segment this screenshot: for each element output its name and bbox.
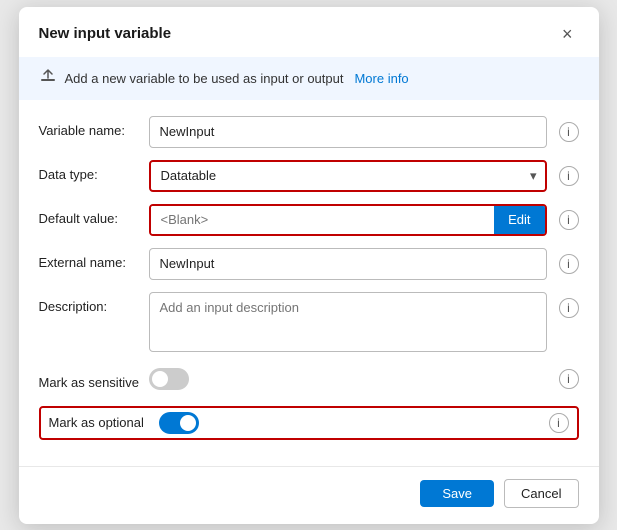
external-name-row: External name: i	[39, 248, 579, 282]
edit-button[interactable]: Edit	[494, 204, 544, 236]
description-row: Description: i	[39, 292, 579, 352]
variable-name-row: Variable name: i	[39, 116, 579, 150]
data-type-info-icon[interactable]: i	[559, 166, 579, 186]
description-info-icon[interactable]: i	[559, 298, 579, 318]
description-textarea[interactable]	[149, 292, 547, 352]
mark-optional-control: i	[159, 412, 569, 434]
variable-name-control: i	[149, 116, 579, 148]
mark-optional-label: Mark as optional	[49, 415, 159, 430]
new-input-variable-dialog: New input variable × Add a new variable …	[19, 7, 599, 524]
mark-sensitive-info-icon[interactable]: i	[559, 369, 579, 389]
more-info-link[interactable]: More info	[354, 71, 408, 86]
save-button[interactable]: Save	[420, 480, 494, 507]
default-value-row: Default value: Edit i	[39, 204, 579, 238]
variable-name-label: Variable name:	[39, 116, 149, 138]
default-value-input[interactable]	[151, 206, 495, 234]
info-banner: Add a new variable to be used as input o…	[19, 57, 599, 100]
dialog-footer: Save Cancel	[19, 466, 599, 524]
data-type-select[interactable]: Datatable Text Number Boolean List	[149, 160, 547, 192]
default-value-info-icon[interactable]: i	[559, 210, 579, 230]
description-label: Description:	[39, 292, 149, 314]
data-type-control: Datatable Text Number Boolean List ▾ i	[149, 160, 579, 192]
dialog-title: New input variable	[39, 25, 172, 42]
variable-name-info-icon[interactable]: i	[559, 122, 579, 142]
mark-sensitive-label: Mark as sensitive	[39, 368, 149, 390]
form-body: Variable name: i Data type: Datatable Te…	[19, 108, 599, 462]
mark-optional-info-icon[interactable]: i	[549, 413, 569, 433]
dialog-header: New input variable ×	[19, 7, 599, 57]
external-name-info-icon[interactable]: i	[559, 254, 579, 274]
mark-sensitive-toggle[interactable]	[149, 368, 189, 390]
mark-sensitive-control: i	[149, 368, 579, 390]
external-name-input[interactable]	[149, 248, 547, 280]
data-type-label: Data type:	[39, 160, 149, 182]
variable-name-input[interactable]	[149, 116, 547, 148]
default-value-wrap: Edit	[149, 204, 547, 236]
external-name-label: External name:	[39, 248, 149, 270]
mark-optional-slider	[159, 412, 199, 434]
banner-text: Add a new variable to be used as input o…	[65, 71, 344, 86]
description-control: i	[149, 292, 579, 352]
cancel-button[interactable]: Cancel	[504, 479, 578, 508]
upload-icon	[39, 67, 57, 90]
mark-sensitive-row: Mark as sensitive i	[39, 362, 579, 396]
default-value-control: Edit i	[149, 204, 579, 236]
data-type-row: Data type: Datatable Text Number Boolean…	[39, 160, 579, 194]
close-button[interactable]: ×	[556, 23, 579, 45]
default-value-label: Default value:	[39, 204, 149, 226]
external-name-control: i	[149, 248, 579, 280]
data-type-select-wrap: Datatable Text Number Boolean List ▾	[149, 160, 547, 192]
mark-optional-toggle[interactable]	[159, 412, 199, 434]
mark-optional-row: Mark as optional i	[39, 406, 579, 440]
mark-sensitive-slider	[149, 368, 189, 390]
